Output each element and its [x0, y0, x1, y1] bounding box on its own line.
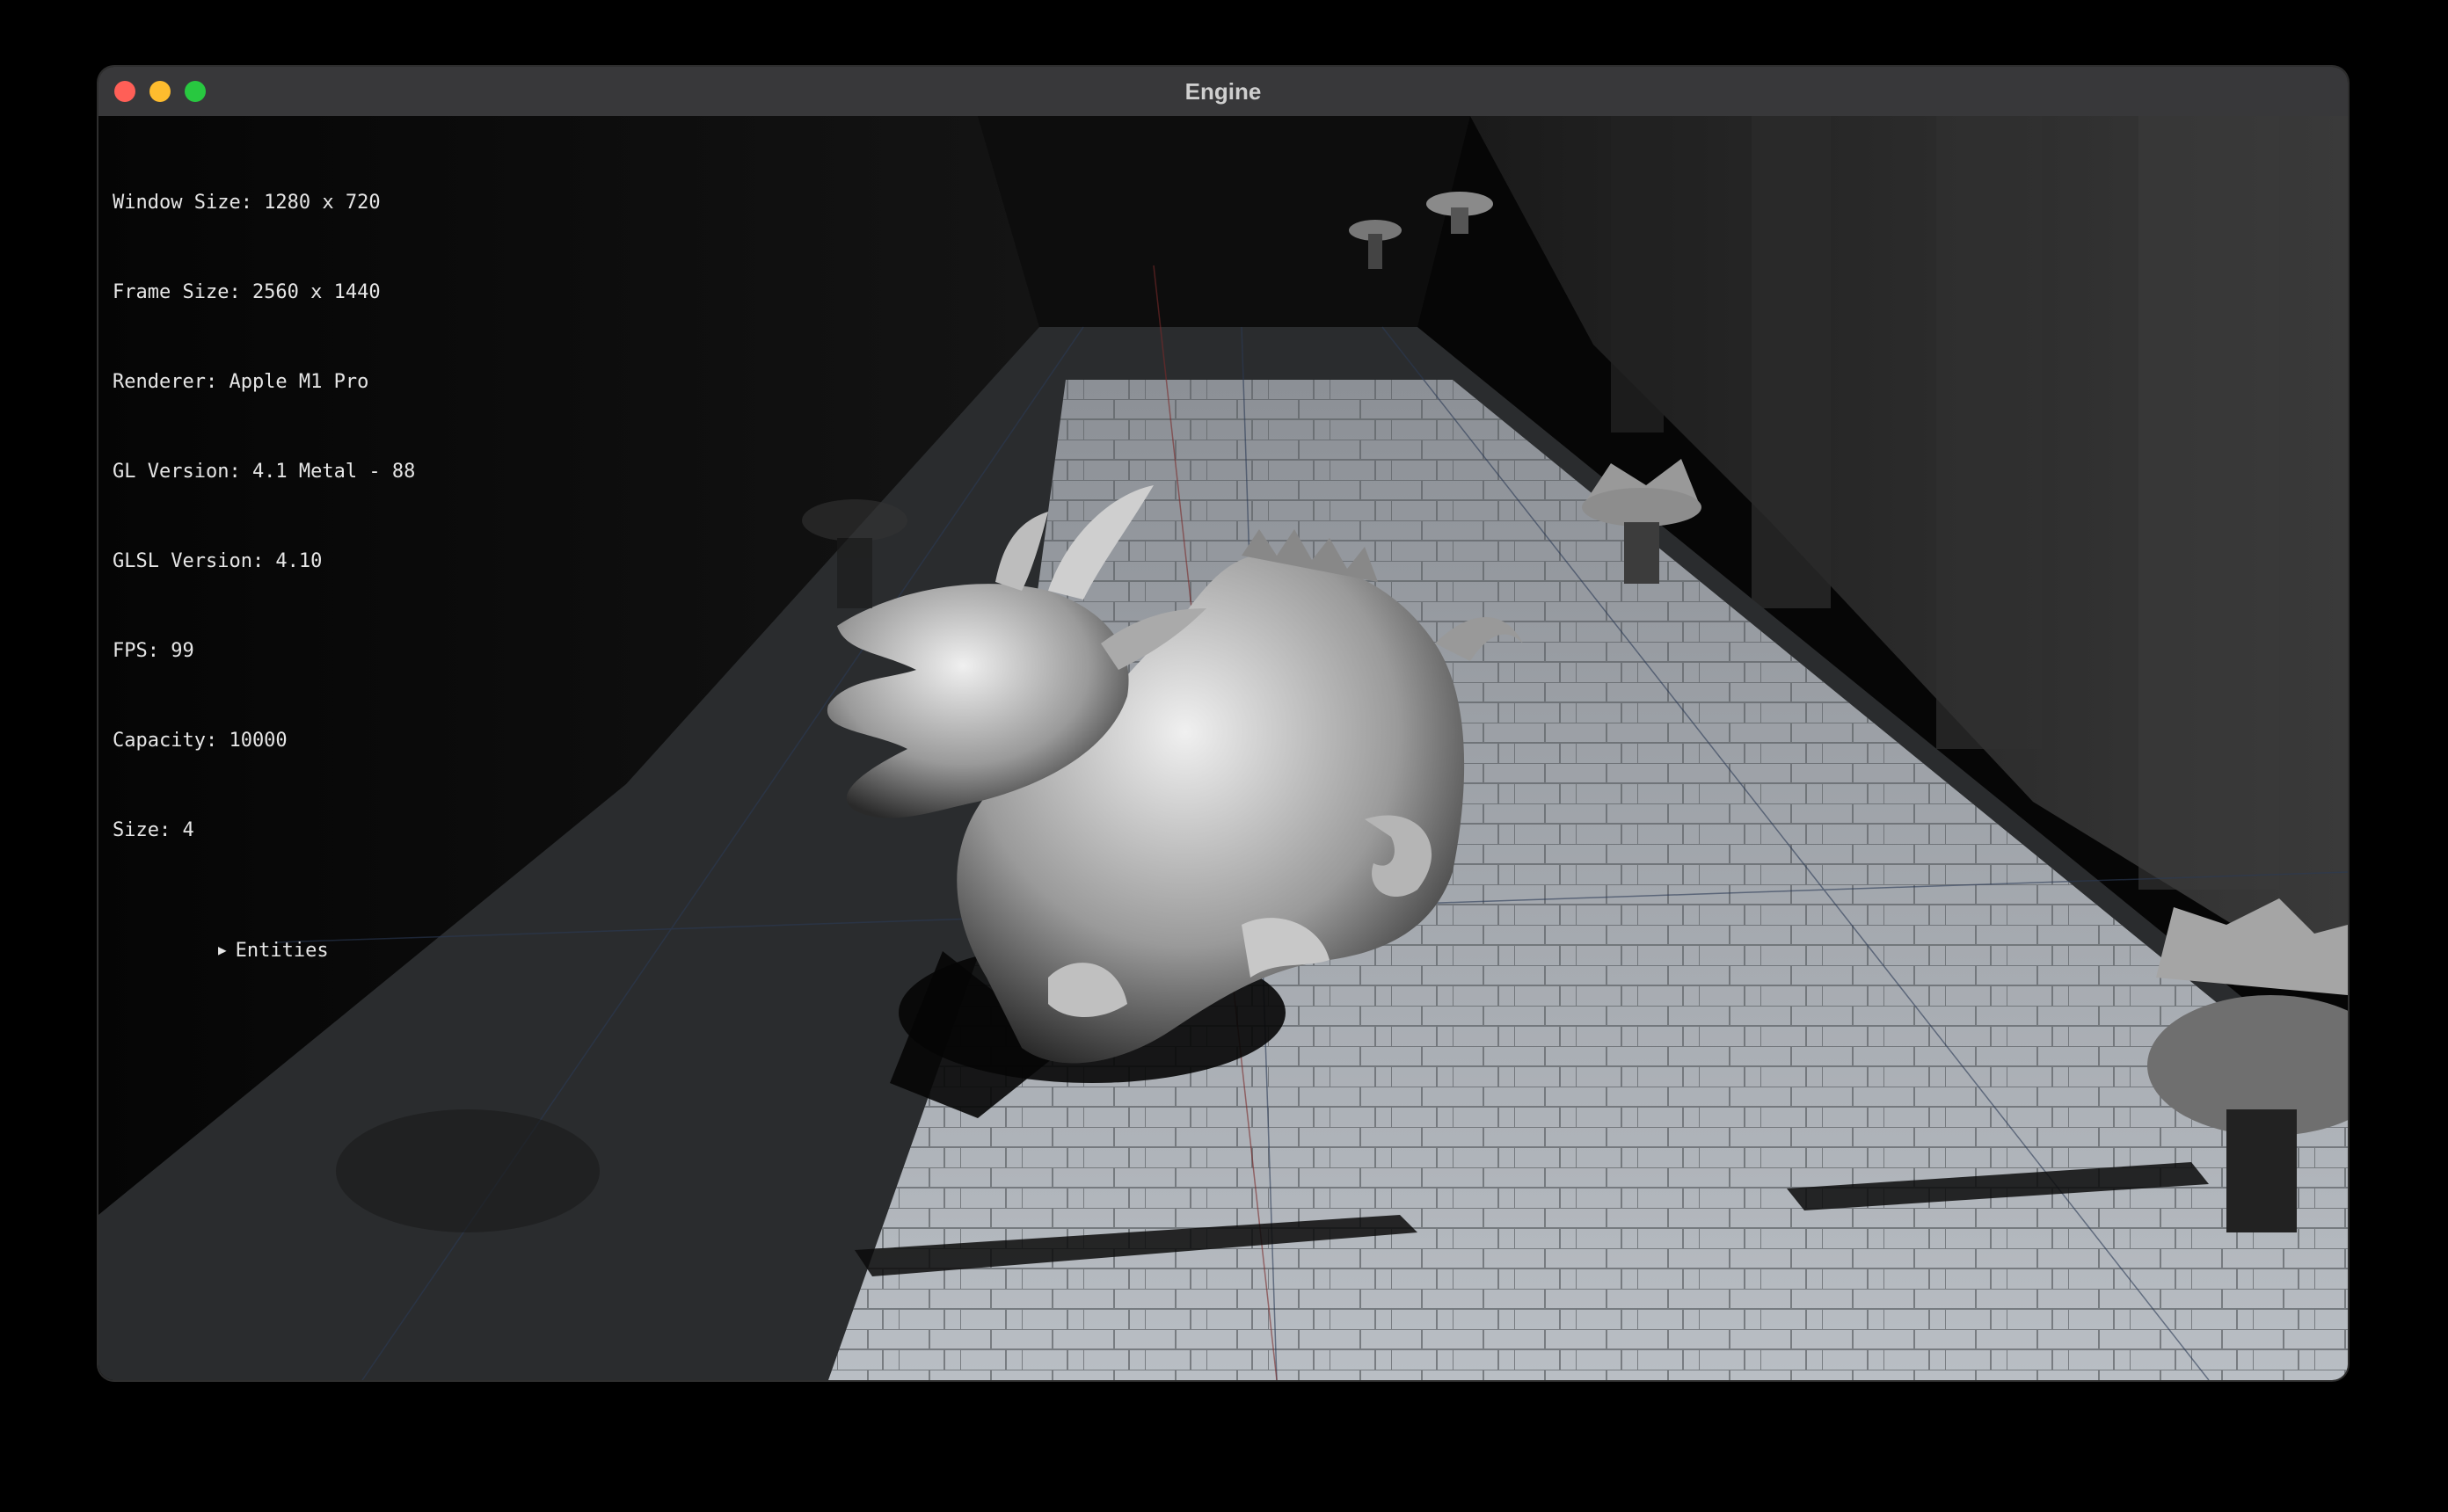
frame-size-text: Frame Size: 2560 x 1440: [113, 281, 381, 303]
render-viewport[interactable]: Window Size: 1280 x 720 Frame Size: 2560…: [98, 116, 2348, 1380]
entities-label: Entities: [235, 940, 329, 962]
glsl-version-text: GLSL Version: 4.10: [113, 550, 323, 572]
renderer-text: Renderer: Apple M1 Pro: [113, 371, 369, 393]
scene-render: [98, 116, 2348, 1380]
debug-overlay: Window Size: 1280 x 720 Frame Size: 2560…: [113, 128, 415, 995]
gl-version-text: GL Version: 4.1 Metal - 88: [113, 461, 416, 483]
entities-tree-node[interactable]: ▶ Entities: [113, 905, 415, 962]
app-window: Engine Window Size: 1280 x 720 Frame Siz…: [98, 67, 2348, 1380]
size-text: Size: 4: [113, 819, 194, 841]
fps-text: FPS: 99: [113, 640, 194, 662]
window-size-text: Window Size: 1280 x 720: [113, 192, 381, 214]
window-title: Engine: [1184, 78, 1262, 105]
title-bar[interactable]: Engine: [98, 67, 2348, 117]
collapsed-arrow-icon[interactable]: ▶: [218, 935, 227, 965]
capacity-text: Capacity: 10000: [113, 730, 288, 752]
